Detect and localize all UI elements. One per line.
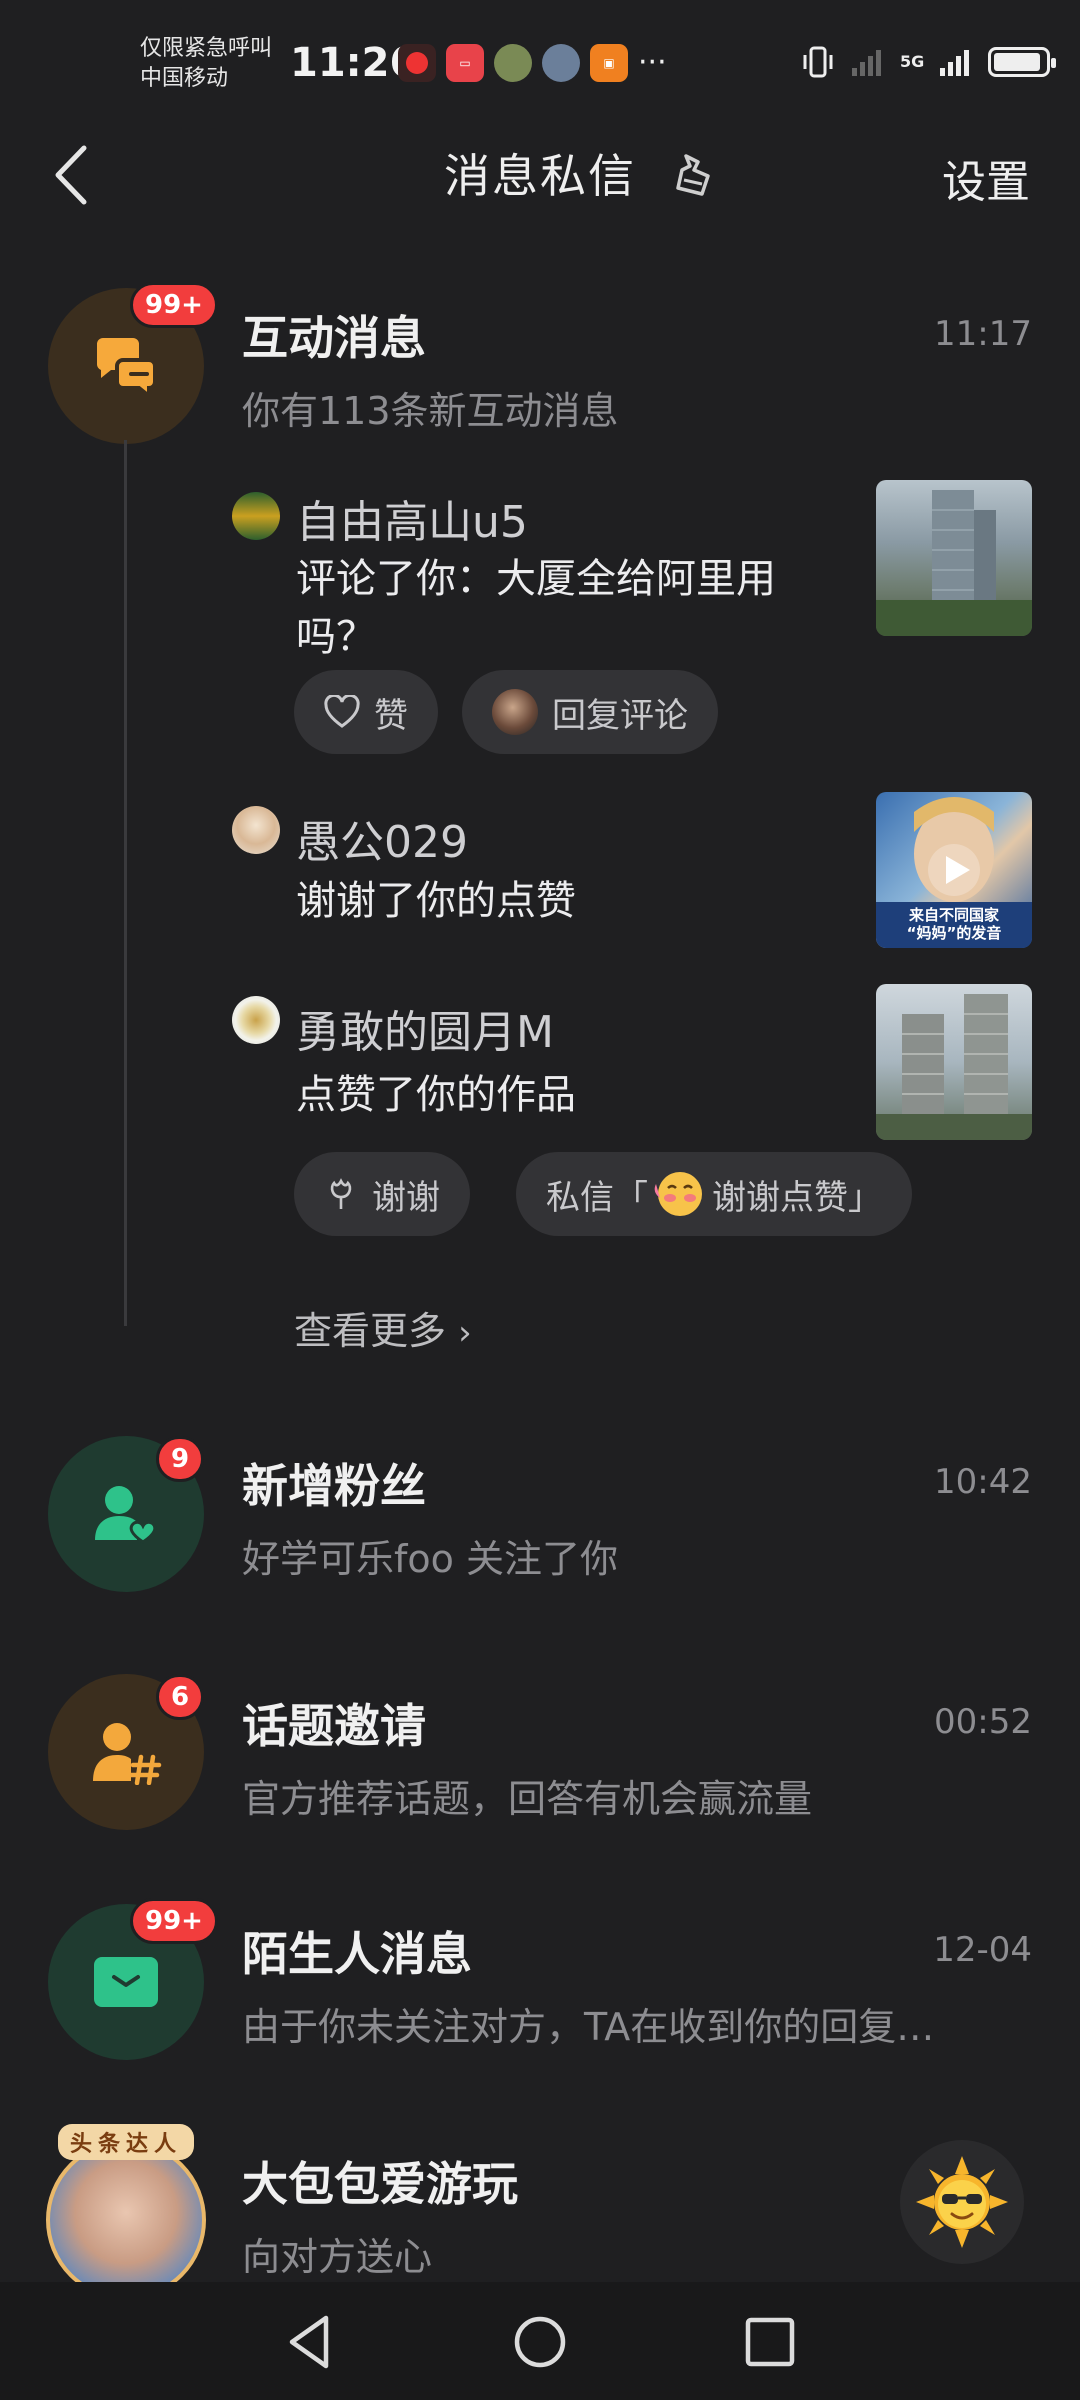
sunglasses-sun-icon [916, 2156, 1008, 2248]
like-username[interactable]: 愚公029 [296, 806, 468, 870]
page-title: 消息私信 [444, 149, 636, 203]
settings-button[interactable]: 设置 [942, 146, 1030, 210]
twin-towers-photo [876, 994, 1032, 1140]
status-notification-icons: ▭ ▣ ··· [398, 44, 667, 82]
signal-icon-sim1 [852, 50, 881, 76]
chat-bubbles-icon [96, 338, 157, 396]
chevron-right-icon: › [458, 1313, 472, 1353]
app-notification-icon [398, 44, 436, 82]
see-more-link[interactable]: 查看更多 › [294, 1300, 472, 1355]
status-more: ··· [638, 45, 667, 80]
unread-badge: 6 [156, 1674, 205, 1720]
content-thumbnail[interactable] [876, 984, 1032, 1140]
thank-button[interactable]: 谢谢 [294, 1152, 470, 1236]
battery-icon [988, 47, 1057, 77]
video-caption: 来自不同国家 “妈妈”的发音 [906, 906, 1002, 942]
app-notification-icon [542, 44, 580, 82]
comment-text[interactable]: 评论了你：大厦全给阿里用 吗？ [296, 550, 776, 666]
unread-badge: 9 [156, 1436, 205, 1482]
nav-recents-icon[interactable] [738, 2310, 802, 2374]
person-hashtag-icon [93, 1723, 162, 1785]
avatar-banner: 头条达人 [44, 2120, 208, 2164]
nav-back-icon[interactable] [278, 2310, 342, 2374]
stranger-subtitle: 由于你未关注对方，TA在收到你的回复… [242, 2005, 935, 2049]
like-comment-button[interactable]: 赞 [294, 670, 438, 754]
content-thumbnail[interactable] [876, 480, 1032, 636]
interaction-time: 11:17 [934, 314, 1032, 354]
chat-title: 大包包爱游玩 [242, 2157, 518, 2211]
envelope-icon [94, 1957, 158, 2007]
comment-username[interactable]: 自由高山u5 [296, 486, 528, 550]
stranger-time: 12-04 [933, 1930, 1032, 1970]
person-heart-icon [95, 1486, 157, 1544]
private-message-thanks-button[interactable]: 私信「 谢谢点赞」 [516, 1152, 912, 1236]
interaction-subtitle: 你有113条新互动消息 [242, 389, 619, 433]
my-avatar [492, 689, 538, 735]
app-notification-icon: ▭ [446, 44, 484, 82]
timeline-line [124, 440, 127, 1326]
topic-subtitle: 官方推荐话题，回答有机会赢流量 [242, 1777, 813, 1821]
topic-invite-entry[interactable]: 6 [48, 1674, 205, 1830]
clear-unread-icon[interactable] [668, 150, 720, 202]
status-carrier: 仅限紧急呼叫 中国移动 [140, 36, 273, 91]
vibrate-icon [803, 46, 833, 78]
user-avatar[interactable] [232, 492, 280, 540]
topic-time: 00:52 [934, 1702, 1032, 1742]
new-followers-entry[interactable]: 9 [48, 1436, 205, 1592]
blushing-emoji-icon [654, 1172, 702, 1216]
sun-emoji-button[interactable] [900, 2140, 1024, 2264]
chat-entry-avatar[interactable]: 头条达人 [44, 2120, 208, 2282]
user-avatar[interactable] [232, 806, 280, 854]
topic-title: 话题邀请 [242, 1699, 426, 1753]
stranger-title: 陌生人消息 [242, 1927, 472, 1981]
network-type: 5G [900, 52, 925, 71]
user-avatar[interactable] [232, 996, 280, 1044]
like-text[interactable]: 点赞了你的作品 [296, 1066, 576, 1124]
nav-home-icon[interactable] [508, 2310, 572, 2374]
unread-badge: 99+ [130, 1898, 218, 1944]
flower-icon [330, 1178, 352, 1209]
followers-title: 新增粉丝 [242, 1459, 426, 1513]
status-system-icons: 5G [800, 44, 1057, 80]
reply-comment-button[interactable]: 回复评论 [462, 670, 718, 754]
building-photo [876, 490, 1032, 636]
stranger-messages-entry[interactable]: 99+ [48, 1898, 218, 2060]
app-notification-icon: ▣ [590, 44, 628, 82]
followers-time: 10:42 [934, 1462, 1032, 1502]
like-text[interactable]: 谢谢了你的点赞 [296, 872, 576, 930]
followers-subtitle: 好学可乐foo 关注了你 [242, 1537, 618, 1581]
interaction-messages-entry[interactable]: 99+ [48, 282, 218, 444]
app-notification-icon [494, 44, 532, 82]
like-username[interactable]: 勇敢的圆月M [296, 996, 554, 1060]
heart-outline-icon [324, 695, 360, 728]
interaction-title: 互动消息 [242, 311, 426, 365]
unread-badge: 99+ [130, 282, 218, 328]
signal-icon-sim2 [940, 50, 970, 76]
chat-subtitle: 向对方送心 [242, 2235, 433, 2279]
video-thumbnail[interactable]: 来自不同国家 “妈妈”的发音 [876, 792, 1032, 948]
